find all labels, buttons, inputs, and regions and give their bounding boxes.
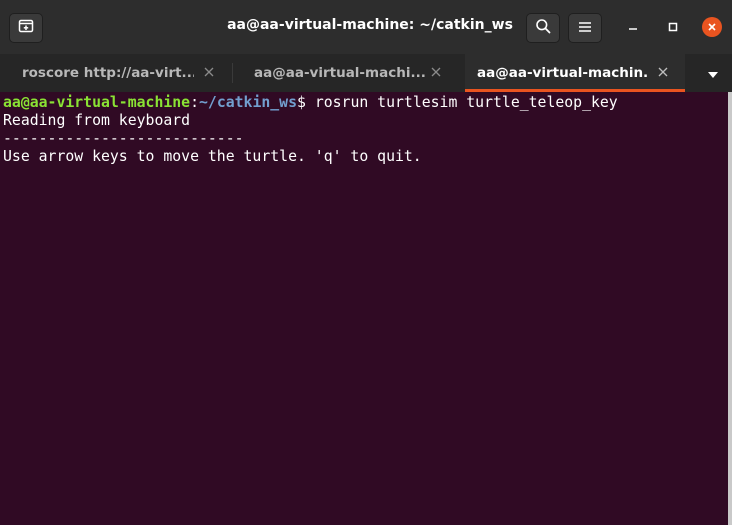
search-icon (535, 18, 551, 38)
output-line: Use arrow keys to move the turtle. 'q' t… (3, 148, 422, 165)
close-button[interactable] (701, 16, 723, 38)
minimize-icon (627, 18, 639, 37)
new-tab-button[interactable] (9, 13, 43, 43)
command-text: rosrun turtlesim turtle_teleop_key (314, 94, 618, 111)
tab-close-icon[interactable] (655, 64, 671, 80)
search-button[interactable] (526, 13, 560, 43)
maximize-icon (667, 18, 679, 37)
chevron-down-icon (707, 64, 719, 83)
prompt-user: aa@aa-virtual-machine (3, 94, 191, 111)
prompt-path: ~/catkin_ws (199, 94, 297, 111)
tab-close-icon[interactable] (201, 64, 217, 80)
menu-button[interactable] (568, 13, 602, 43)
prompt-separator: : (190, 94, 199, 111)
hamburger-menu-icon (578, 19, 592, 38)
output-line: Reading from keyboard (3, 112, 191, 129)
prompt-end: $ (297, 94, 315, 111)
tab-close-icon[interactable] (428, 64, 444, 80)
maximize-button[interactable] (662, 16, 684, 38)
scrollbar[interactable] (728, 92, 732, 525)
new-tab-icon (18, 18, 34, 38)
terminal-output[interactable]: aa@aa-virtual-machine:~/catkin_ws$ rosru… (0, 92, 728, 525)
output-line: --------------------------- (3, 130, 244, 147)
close-icon (702, 17, 722, 37)
command-line: aa@aa-virtual-machine:~/catkin_ws$ rosru… (3, 94, 728, 112)
tab-list-button[interactable] (704, 64, 722, 82)
window-title: aa@aa-virtual-machine: ~/catkin_ws (227, 17, 513, 33)
tab-label: roscore http://aa-virt... (22, 65, 194, 81)
tab-bar: roscore http://aa-virt... aa@aa-virtual-… (0, 54, 732, 92)
terminal-window: aa@aa-virtual-machine: ~/catkin_ws rosco… (0, 0, 732, 525)
tab-terminal-2[interactable]: aa@aa-virtual-machi... (233, 54, 465, 92)
tab-label: aa@aa-virtual-machin... (477, 65, 649, 81)
tab-roscore[interactable]: roscore http://aa-virt... (0, 54, 232, 92)
header-bar: aa@aa-virtual-machine: ~/catkin_ws (0, 0, 732, 55)
tab-label: aa@aa-virtual-machi... (254, 65, 426, 81)
minimize-button[interactable] (622, 16, 644, 38)
tab-terminal-3[interactable]: aa@aa-virtual-machin... (465, 54, 685, 92)
